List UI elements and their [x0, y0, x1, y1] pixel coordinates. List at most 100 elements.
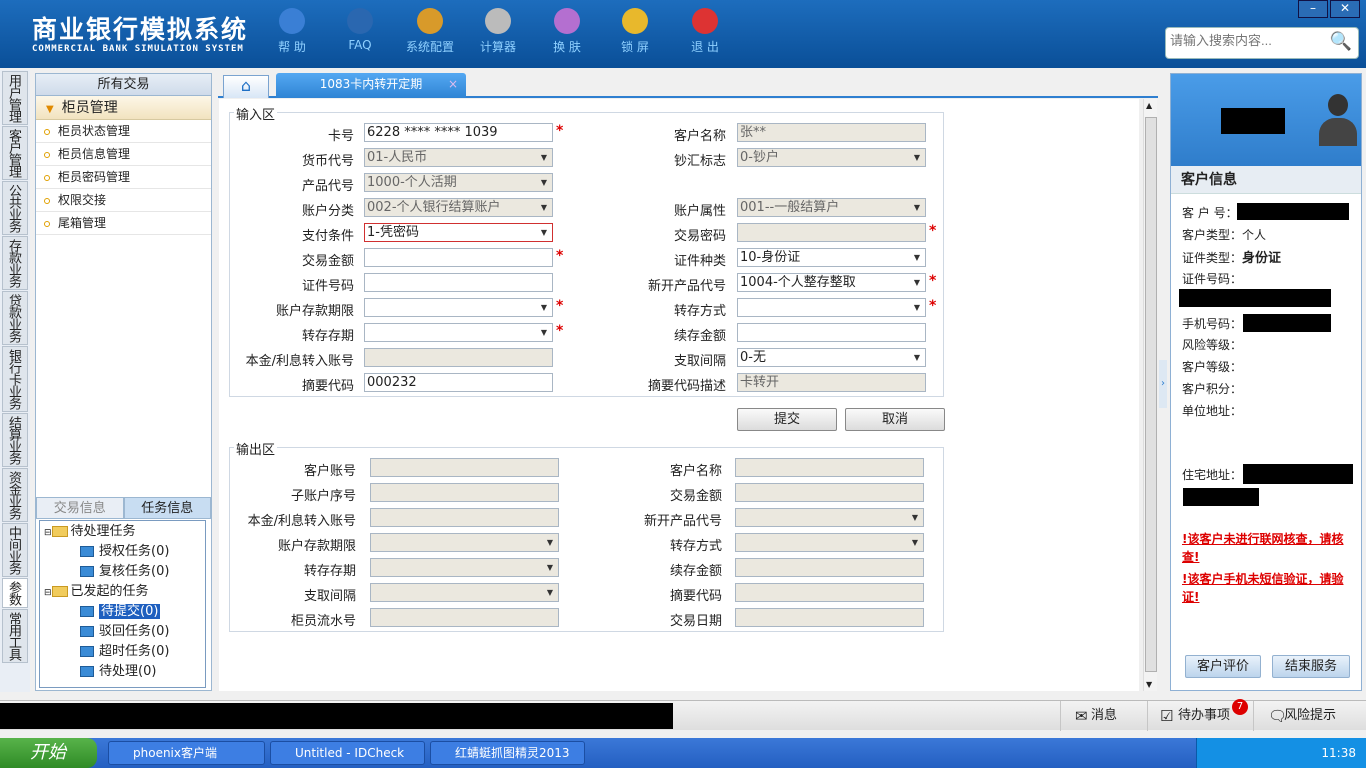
- tree-node-review[interactable]: 复核任务(0): [80, 562, 169, 582]
- field-select[interactable]: ▼: [737, 298, 926, 317]
- dropdown-arrow-icon[interactable]: ▼: [907, 534, 923, 551]
- submit-button[interactable]: 提交: [737, 408, 837, 431]
- field-select[interactable]: 1-凭密码 ▼: [364, 223, 553, 242]
- field-select[interactable]: ▼: [370, 558, 559, 577]
- close-window-button[interactable]: ✕: [1330, 0, 1360, 18]
- field-input[interactable]: [370, 608, 559, 627]
- search-icon[interactable]: 🔍: [1330, 31, 1352, 52]
- field-input[interactable]: [370, 458, 559, 477]
- risk-alert-button[interactable]: 🗨 风险提示: [1253, 701, 1366, 731]
- todo-button[interactable]: ☑ 待办事项 7: [1147, 699, 1253, 731]
- tray-clock[interactable]: 11:38: [1321, 746, 1356, 760]
- search-input[interactable]: [1170, 33, 1320, 48]
- taskbar-item-screenshot[interactable]: 红蜻蜓抓图精灵2013: [430, 741, 585, 765]
- teller-management-group[interactable]: ▼ 柜员管理: [36, 96, 211, 120]
- field-input[interactable]: 卡转开: [737, 373, 926, 392]
- field-input[interactable]: [735, 458, 924, 477]
- dropdown-arrow-icon[interactable]: ▼: [542, 534, 558, 551]
- field-select[interactable]: ▼: [735, 533, 924, 552]
- module-tab-4[interactable]: 贷款业务: [2, 291, 28, 345]
- tree-node-to-submit[interactable]: 待提交(0): [80, 602, 161, 622]
- start-button[interactable]: 开始: [0, 738, 97, 768]
- field-input[interactable]: 6228 **** **** 1039: [364, 123, 553, 142]
- toolbar-power-button[interactable]: 退 出: [675, 8, 735, 55]
- module-tab-8[interactable]: 中间业务: [2, 523, 28, 577]
- field-input[interactable]: [364, 348, 553, 367]
- field-select[interactable]: 001--一般结算户 ▼: [737, 198, 926, 217]
- dropdown-arrow-icon[interactable]: ▼: [536, 149, 552, 166]
- menu-item[interactable]: 柜员状态管理: [36, 120, 211, 143]
- field-input[interactable]: [364, 273, 553, 292]
- module-tab-1[interactable]: 客户管理: [2, 126, 28, 180]
- collapse-panel-handle[interactable]: ›: [1159, 360, 1167, 408]
- field-select[interactable]: ▼: [370, 533, 559, 552]
- module-tab-5[interactable]: 银行卡业务: [2, 346, 28, 412]
- field-select[interactable]: 1000-个人活期 ▼: [364, 173, 553, 192]
- end-service-button[interactable]: 结束服务: [1272, 655, 1350, 678]
- dropdown-arrow-icon[interactable]: ▼: [909, 249, 925, 266]
- menu-item[interactable]: 尾箱管理: [36, 212, 211, 235]
- taskbar-item-idcheck[interactable]: Untitled - IDCheck: [270, 741, 425, 765]
- field-select[interactable]: ▼: [364, 298, 553, 317]
- warning-verify-id[interactable]: !该客户未进行联网核查，请核查!: [1182, 530, 1360, 566]
- dropdown-arrow-icon[interactable]: ▼: [536, 324, 552, 341]
- module-tab-3[interactable]: 存款业务: [2, 236, 28, 290]
- dropdown-arrow-icon[interactable]: ▼: [542, 584, 558, 601]
- dropdown-arrow-icon[interactable]: ▼: [536, 174, 552, 191]
- module-tab-0[interactable]: 用户管理: [2, 71, 28, 125]
- scroll-up-arrow-icon[interactable]: ▲: [1146, 101, 1152, 110]
- tab-task-info[interactable]: 任务信息: [123, 497, 211, 519]
- module-tab-9[interactable]: 参数: [2, 578, 28, 608]
- field-select[interactable]: 1004-个人整存整取 ▼: [737, 273, 926, 292]
- field-select[interactable]: 002-个人银行结算账户 ▼: [364, 198, 553, 217]
- field-select[interactable]: 0-无 ▼: [737, 348, 926, 367]
- field-input[interactable]: 000232: [364, 373, 553, 392]
- taskbar-item-phoenix[interactable]: phoenix客户端: [108, 741, 265, 765]
- dropdown-arrow-icon[interactable]: ▼: [909, 349, 925, 366]
- field-input[interactable]: [370, 483, 559, 502]
- field-select[interactable]: ▼: [735, 508, 924, 527]
- tab-card-to-fixed[interactable]: 1083卡内转开定期 ×: [276, 73, 466, 98]
- field-input[interactable]: [735, 558, 924, 577]
- field-select[interactable]: ▼: [370, 583, 559, 602]
- tree-node-timeout[interactable]: 超时任务(0): [80, 642, 169, 662]
- menu-item[interactable]: 权限交接: [36, 189, 211, 212]
- field-select[interactable]: 0-钞户 ▼: [737, 148, 926, 167]
- dropdown-arrow-icon[interactable]: ▼: [909, 199, 925, 216]
- warning-verify-phone[interactable]: !该客户手机未短信验证，请验证!: [1182, 570, 1360, 606]
- field-input[interactable]: [737, 323, 926, 342]
- module-tab-6[interactable]: 结算业务: [2, 413, 28, 467]
- scroll-thumb[interactable]: [1145, 117, 1157, 672]
- toolbar-faq-button[interactable]: FAQ: [330, 8, 390, 52]
- field-input[interactable]: [370, 508, 559, 527]
- field-input[interactable]: [364, 248, 553, 267]
- module-tab-2[interactable]: 公共业务: [2, 181, 28, 235]
- dropdown-arrow-icon[interactable]: ▼: [542, 559, 558, 576]
- module-tab-10[interactable]: 常用工具: [2, 609, 28, 663]
- dropdown-arrow-icon[interactable]: ▼: [536, 299, 552, 316]
- dropdown-arrow-icon[interactable]: ▼: [909, 274, 925, 291]
- field-select[interactable]: ▼: [364, 323, 553, 342]
- field-select[interactable]: 10-身份证 ▼: [737, 248, 926, 267]
- tree-node-pending[interactable]: ⊟ 待处理任务: [44, 522, 136, 542]
- toolbar-shirt-button[interactable]: 换 肤: [537, 8, 597, 55]
- tree-node-initiated[interactable]: ⊟ 已发起的任务: [44, 582, 149, 602]
- tab-home[interactable]: ⌂: [223, 75, 269, 98]
- dropdown-arrow-icon[interactable]: ▼: [536, 224, 552, 241]
- menu-item[interactable]: 柜员密码管理: [36, 166, 211, 189]
- field-input[interactable]: 张**: [737, 123, 926, 142]
- field-input[interactable]: [735, 583, 924, 602]
- field-select[interactable]: 01-人民币 ▼: [364, 148, 553, 167]
- menu-item[interactable]: 柜员信息管理: [36, 143, 211, 166]
- dropdown-arrow-icon[interactable]: ▼: [909, 149, 925, 166]
- field-input[interactable]: [735, 608, 924, 627]
- toolbar-calculator-button[interactable]: 计算器: [468, 8, 528, 55]
- field-input[interactable]: [737, 223, 926, 242]
- tree-node-rejected[interactable]: 驳回任务(0): [80, 622, 169, 642]
- toolbar-toolbox-button[interactable]: 系统配置: [400, 8, 460, 55]
- dropdown-arrow-icon[interactable]: ▼: [909, 299, 925, 316]
- tree-node-auth[interactable]: 授权任务(0): [80, 542, 169, 562]
- dropdown-arrow-icon[interactable]: ▼: [907, 509, 923, 526]
- tab-transaction-info[interactable]: 交易信息: [36, 497, 124, 519]
- customer-evaluation-button[interactable]: 客户评价: [1185, 655, 1261, 678]
